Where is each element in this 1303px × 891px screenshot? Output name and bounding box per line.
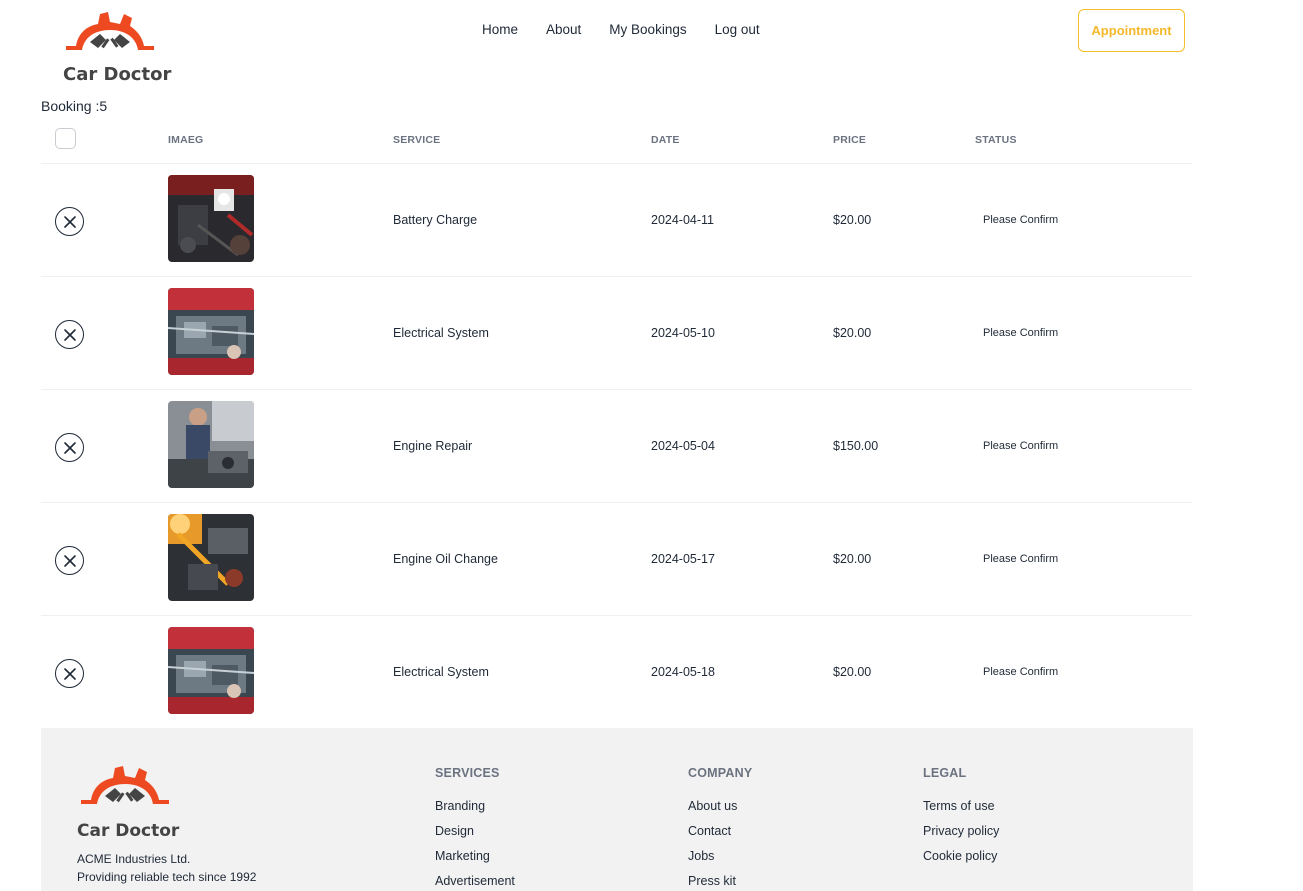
- footer-tagline: Providing reliable tech since 1992: [77, 870, 257, 884]
- footer-link-marketing[interactable]: Marketing: [435, 848, 515, 865]
- booking-date: 2024-05-10: [651, 326, 715, 340]
- gear-logo-icon: [81, 766, 169, 804]
- footer-link-design[interactable]: Design: [435, 823, 515, 840]
- booking-count: Booking :5: [41, 98, 108, 114]
- status-badge[interactable]: Please Confirm: [983, 666, 1058, 678]
- booking-date: 2024-05-17: [651, 552, 715, 566]
- nav-home-link[interactable]: Home: [482, 22, 518, 37]
- service-name: Engine Oil Change: [393, 552, 498, 566]
- header-price: PRICE: [833, 134, 867, 146]
- footer-link-cookie[interactable]: Cookie policy: [923, 848, 999, 865]
- close-icon: [63, 441, 76, 454]
- status-badge[interactable]: Please Confirm: [983, 553, 1058, 565]
- delete-booking-button[interactable]: [55, 320, 84, 349]
- header-date: DATE: [651, 134, 680, 146]
- footer-company-column: COMPANY About us Contact Jobs Press kit: [688, 766, 752, 891]
- footer-link-contact[interactable]: Contact: [688, 823, 752, 840]
- service-name: Engine Repair: [393, 439, 473, 453]
- footer-link-branding[interactable]: Branding: [435, 798, 515, 815]
- booking-date: 2024-04-11: [651, 213, 715, 227]
- booking-price: $20.00: [833, 326, 872, 340]
- status-badge[interactable]: Please Confirm: [983, 327, 1058, 339]
- footer-brand-name: Car Doctor: [77, 821, 180, 841]
- header-status: STATUS: [975, 134, 1017, 146]
- footer-link-advertisement[interactable]: Advertisement: [435, 873, 515, 890]
- delete-booking-button[interactable]: [55, 659, 84, 688]
- nav-about-link[interactable]: About: [546, 22, 581, 37]
- table-row: Battery Charge 2024-04-11 $20.00 Please …: [41, 164, 1192, 277]
- booking-price: $20.00: [833, 213, 872, 227]
- booking-price: $20.00: [833, 665, 872, 679]
- service-name: Battery Charge: [393, 213, 478, 227]
- site-footer: Car Doctor ACME Industries Ltd. Providin…: [41, 728, 1193, 891]
- delete-booking-button[interactable]: [55, 546, 84, 575]
- footer-link-terms[interactable]: Terms of use: [923, 798, 999, 815]
- booking-price: $150.00: [833, 439, 879, 453]
- footer-services-title: SERVICES: [435, 766, 500, 780]
- main-nav: Home About My Bookings Log out: [482, 22, 760, 37]
- footer-logo: [79, 762, 171, 817]
- service-name: Electrical System: [393, 665, 489, 679]
- footer-company-title: COMPANY: [688, 766, 753, 780]
- footer-link-jobs[interactable]: Jobs: [688, 848, 752, 865]
- footer-link-about-us[interactable]: About us: [688, 798, 752, 815]
- bookings-table: IMAEG SERVICE DATE PRICE STATUS Battery …: [41, 124, 1192, 729]
- table-row: Electrical System 2024-05-10 $20.00 Plea…: [41, 277, 1192, 390]
- delete-booking-button[interactable]: [55, 207, 84, 236]
- table-header: IMAEG SERVICE DATE PRICE STATUS: [41, 124, 1192, 164]
- nav-logout-link[interactable]: Log out: [715, 22, 760, 37]
- gear-logo-icon: [66, 12, 154, 50]
- brand-name: Car Doctor: [63, 64, 172, 85]
- engine-repair-photo: [168, 401, 254, 488]
- booking-date: 2024-05-18: [651, 665, 715, 679]
- service-name: Electrical System: [393, 326, 489, 340]
- nav-my-bookings-link[interactable]: My Bookings: [609, 22, 686, 37]
- footer-link-privacy[interactable]: Privacy policy: [923, 823, 999, 840]
- footer-legal-column: LEGAL Terms of use Privacy policy Cookie…: [923, 766, 999, 873]
- header-image: IMAEG: [168, 134, 204, 146]
- header-service: SERVICE: [393, 134, 441, 146]
- engine-oil-change-photo: [168, 514, 254, 601]
- select-all-checkbox[interactable]: [55, 128, 76, 149]
- status-badge[interactable]: Please Confirm: [983, 440, 1058, 452]
- close-icon: [63, 215, 76, 228]
- close-icon: [63, 328, 76, 341]
- table-row: Engine Oil Change 2024-05-17 $20.00 Plea…: [41, 503, 1192, 616]
- electrical-system-photo: [168, 288, 254, 375]
- footer-legal-title: LEGAL: [923, 766, 967, 780]
- booking-price: $20.00: [833, 552, 872, 566]
- battery-charge-photo: [168, 175, 254, 262]
- footer-link-press-kit[interactable]: Press kit: [688, 873, 752, 890]
- table-row: Engine Repair 2024-05-04 $150.00 Please …: [41, 390, 1192, 503]
- electrical-system-photo: [168, 627, 254, 714]
- close-icon: [63, 667, 76, 680]
- footer-company-name: ACME Industries Ltd.: [77, 852, 191, 866]
- status-badge[interactable]: Please Confirm: [983, 214, 1058, 226]
- delete-booking-button[interactable]: [55, 433, 84, 462]
- table-row: Electrical System 2024-05-18 $20.00 Plea…: [41, 616, 1192, 729]
- brand-logo[interactable]: Car Doctor: [63, 8, 171, 85]
- booking-date: 2024-05-04: [651, 439, 715, 453]
- appointment-button[interactable]: Appointment: [1078, 9, 1185, 52]
- footer-services-column: SERVICES Branding Design Marketing Adver…: [435, 766, 515, 891]
- close-icon: [63, 554, 76, 567]
